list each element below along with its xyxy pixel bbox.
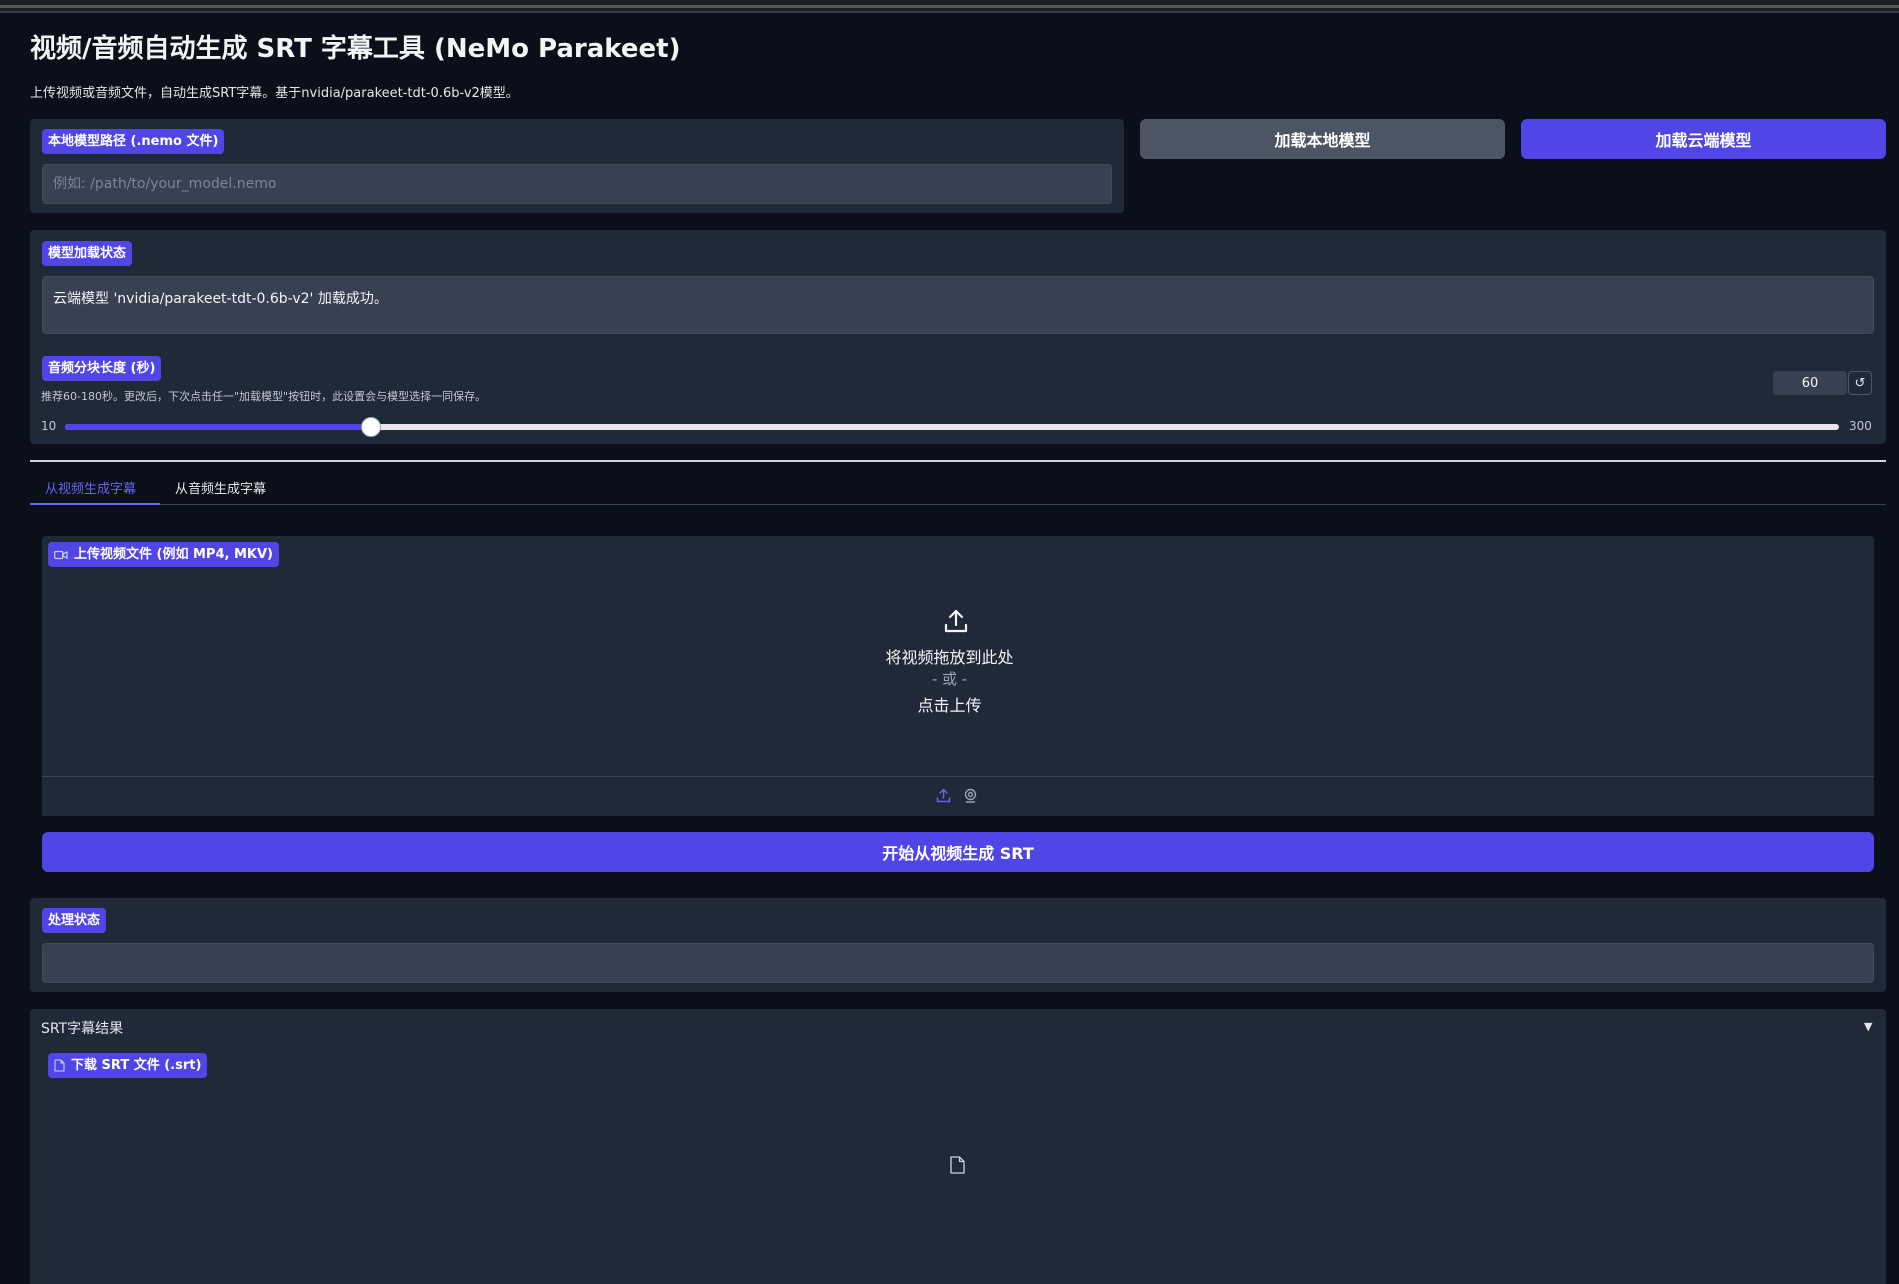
- upload-icon: [944, 609, 968, 633]
- model-status-output: 云端模型 'nvidia/parakeet-tdt-0.6b-v2' 加载成功。: [42, 276, 1874, 334]
- srt-result-accordion-title[interactable]: SRT字幕结果: [41, 1018, 123, 1038]
- model-path-input[interactable]: [42, 164, 1112, 204]
- model-path-label: 本地模型路径 (.nemo 文件): [42, 129, 225, 154]
- chunk-length-label: 音频分块长度 (秒): [42, 356, 162, 381]
- srt-result-panel: [30, 1009, 1886, 1284]
- model-status-text: 云端模型 'nvidia/parakeet-tdt-0.6b-v2' 加载成功。: [53, 291, 388, 307]
- click-upload-text[interactable]: 点击上传: [0, 692, 1899, 716]
- process-status-output: [42, 943, 1874, 983]
- webcam-icon[interactable]: [963, 788, 978, 803]
- chunk-length-info: 推荐60-180秒。更改后，下次点击任一"加载模型"按钮时，此设置会与模型选择一…: [41, 390, 487, 403]
- video-camera-icon: [54, 550, 68, 559]
- upload-source-bar: [42, 776, 1874, 816]
- tabs-baseline: [30, 504, 1886, 505]
- download-srt-label: 下载 SRT 文件 (.srt): [48, 1053, 208, 1078]
- download-srt-label-text: 下载 SRT 文件 (.srt): [71, 1058, 202, 1073]
- video-upload-label: 上传视频文件 (例如 MP4, MKV): [48, 542, 279, 567]
- section-divider: [30, 460, 1886, 462]
- empty-file-icon: [950, 1156, 965, 1174]
- model-settings-panel: [30, 230, 1886, 444]
- page-description: 上传视频或音频文件，自动生成SRT字幕。基于nvidia/parakeet-td…: [30, 86, 519, 101]
- tab-video-subtitles[interactable]: 从视频生成字幕: [45, 478, 136, 497]
- load-cloud-model-button[interactable]: 加载云端模型: [1521, 119, 1886, 159]
- process-status-label: 处理状态: [42, 908, 107, 933]
- chunk-length-slider[interactable]: [65, 417, 1839, 437]
- video-upload-label-text: 上传视频文件 (例如 MP4, MKV): [74, 547, 273, 562]
- file-icon: [54, 1059, 65, 1072]
- tab-audio-subtitles[interactable]: 从音频生成字幕: [175, 478, 266, 497]
- browser-top-bar: [0, 0, 1899, 13]
- model-status-label: 模型加载状态: [42, 241, 133, 266]
- slider-max-label: 300: [1849, 419, 1872, 433]
- generate-srt-video-button[interactable]: 开始从视频生成 SRT: [42, 832, 1874, 872]
- chunk-length-number-input[interactable]: 60: [1773, 371, 1847, 395]
- upload-source-icon[interactable]: [936, 788, 951, 803]
- active-tab-indicator: [30, 503, 160, 505]
- slider-fill: [65, 424, 371, 430]
- reset-icon[interactable]: ↺: [1848, 371, 1872, 395]
- load-local-model-button[interactable]: 加载本地模型: [1140, 119, 1505, 159]
- chevron-down-icon[interactable]: ▼: [1864, 1020, 1872, 1033]
- page-title: 视频/音频自动生成 SRT 字幕工具 (NeMo Parakeet): [30, 34, 681, 64]
- slider-min-label: 10: [41, 419, 57, 433]
- model-path-text-field[interactable]: [53, 165, 1101, 203]
- slider-handle[interactable]: [361, 417, 381, 437]
- or-text: - 或 -: [931, 670, 968, 688]
- drop-video-text: 将视频拖放到此处: [885, 648, 1014, 667]
